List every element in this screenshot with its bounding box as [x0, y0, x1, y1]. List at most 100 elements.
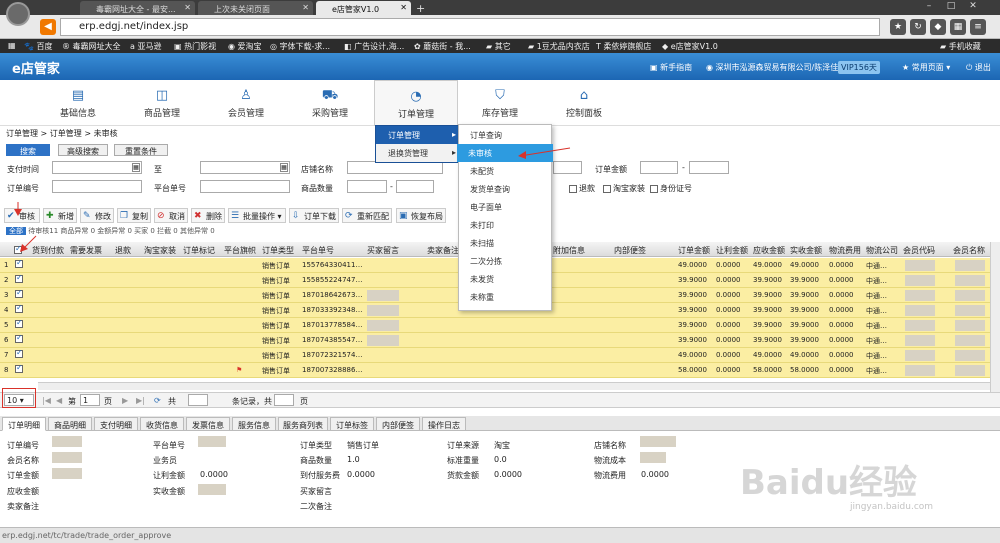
shield-icon[interactable]: ◆ — [930, 19, 946, 35]
prev-page-icon[interactable]: ◀ — [56, 396, 62, 405]
platform-no-input[interactable] — [200, 180, 290, 193]
cancel-button[interactable]: ⊘ 取消 — [154, 208, 188, 223]
common-pages-link[interactable]: ★ 常用页面 ▾ — [902, 62, 950, 73]
menu-orders[interactable]: ◔ 订单管理 — [374, 80, 458, 126]
menu-goods[interactable]: ◫ 商品管理 — [120, 80, 204, 126]
star-icon[interactable]: ★ — [890, 19, 906, 35]
table-row[interactable]: 7 销售订单 187072321574… 49.0000 0.0000 49.0000 49… — [0, 348, 990, 363]
col-header[interactable]: 物流费用 — [829, 245, 861, 256]
menu-icon[interactable]: ≡ — [970, 19, 986, 35]
extra-input[interactable] — [553, 161, 582, 174]
guide-link[interactable]: ▣ 新手指南 — [650, 62, 692, 73]
col-header[interactable]: 平台单号 — [302, 245, 334, 256]
col-header[interactable]: 应收金额 — [753, 245, 785, 256]
bookmark-item[interactable]: T 柔依婷旗舰店 — [596, 41, 651, 52]
restore-layout-button[interactable]: ▣ 恢复布局 — [396, 208, 446, 223]
col-header[interactable]: 淘宝家装 — [144, 245, 176, 256]
col-header[interactable]: 实收金额 — [790, 245, 822, 256]
order-download-button[interactable]: ⇩ 订单下载 — [289, 208, 339, 223]
submenu-order-management[interactable]: 订单管理 ▸ — [376, 126, 462, 144]
menu-control-panel[interactable]: ⌂ 控制面板 — [542, 80, 626, 126]
submenu-item[interactable]: 未打印 — [459, 216, 551, 234]
row-checkbox[interactable] — [15, 260, 25, 268]
close-window-icon[interactable]: ✕ — [964, 1, 982, 13]
next-page-icon[interactable]: ▶ — [122, 396, 128, 405]
row-checkbox[interactable] — [15, 350, 25, 358]
col-header[interactable]: 买家留言 — [367, 245, 399, 256]
copy-button[interactable]: ❐ 复制 — [117, 208, 151, 223]
first-page-icon[interactable]: |◀ — [42, 396, 51, 405]
tab-invoice[interactable]: 发票信息 — [186, 417, 230, 431]
tab-goods-detail[interactable]: 商品明细 — [48, 417, 92, 431]
submenu-item[interactable]: 电子面单 — [459, 198, 551, 216]
taobao-home-checkbox[interactable]: 淘宝家装 — [603, 183, 645, 194]
col-header[interactable]: 货到付款 — [32, 245, 64, 256]
browser-logo[interactable] — [6, 2, 30, 26]
vertical-scrollbar[interactable] — [990, 242, 1000, 392]
tab-payment-detail[interactable]: 支付明细 — [94, 417, 138, 431]
col-header[interactable]: 退款 — [115, 245, 131, 256]
table-row[interactable]: 8 销售订单 187007328886… 58.0000 0.0000 58.0000 58… — [0, 363, 990, 378]
row-checkbox[interactable] — [15, 365, 25, 373]
add-button[interactable]: ✚ 新增 — [43, 208, 77, 223]
id-card-checkbox[interactable]: 身份证号 — [650, 183, 692, 194]
order-no-input[interactable] — [52, 180, 142, 193]
advanced-search-button[interactable]: 高级搜索 — [58, 144, 108, 156]
goods-qty-max-input[interactable] — [396, 180, 434, 193]
select-all-checkbox[interactable] — [14, 245, 24, 254]
col-header[interactable]: 平台旗帜 — [224, 245, 256, 256]
all-filter[interactable]: 全部 — [6, 227, 26, 235]
col-header[interactable]: 订单类型 — [262, 245, 294, 256]
bookmark-item[interactable]: ✿ 蘑菇街 - 我... — [414, 41, 471, 52]
bookmark-item[interactable]: ◧ 广告设计,海... — [344, 41, 404, 52]
submenu-item[interactable]: 发货单查询 — [459, 180, 551, 198]
search-button[interactable]: 搜索 — [6, 144, 50, 156]
calendar-icon[interactable]: ▦ — [280, 163, 288, 172]
horizontal-scrollbar[interactable] — [38, 382, 990, 390]
col-header[interactable]: 卖家备注 — [427, 245, 459, 256]
bookmark-item[interactable]: ▰ 1豆尤品内衣店 — [528, 41, 590, 52]
grid-icon[interactable]: ▦ — [950, 19, 966, 35]
refresh-icon[interactable]: ⟳ — [154, 396, 161, 405]
page-input[interactable]: 1 — [80, 394, 100, 406]
col-header[interactable]: 需要发票 — [70, 245, 102, 256]
minimize-icon[interactable]: – — [920, 1, 938, 13]
new-tab-button[interactable]: + — [413, 1, 429, 15]
rematch-button[interactable]: ⟳ 重新匹配 — [342, 208, 392, 223]
row-checkbox[interactable] — [15, 320, 25, 328]
tab-receiver[interactable]: 收货信息 — [140, 417, 184, 431]
maximize-icon[interactable]: □ — [942, 1, 960, 13]
tab-operation-log[interactable]: 操作日志 — [422, 417, 466, 431]
browser-tab-3[interactable]: e店管家V1.0 ✕ — [316, 1, 411, 15]
goods-qty-min-input[interactable] — [347, 180, 387, 193]
browser-tab-2[interactable]: 上次未关闭页面 ✕ — [198, 1, 313, 15]
bookmark-folder[interactable]: ▰ 手机收藏 — [940, 41, 981, 52]
col-header[interactable]: 订单标记 — [183, 245, 215, 256]
order-amount-min-input[interactable] — [640, 161, 678, 174]
bookmark-item[interactable]: ◆ e店管家V1.0 — [662, 41, 718, 52]
bookmark-item[interactable]: ▣ 热门影视 — [174, 41, 216, 52]
row-checkbox[interactable] — [15, 335, 25, 343]
submenu-item-unapproved[interactable]: 未审核 — [457, 144, 553, 162]
col-header[interactable]: 会员代码 — [903, 245, 935, 256]
bookmark-item[interactable]: ® 毒霸网址大全 — [62, 41, 121, 52]
col-header[interactable]: 订单金额 — [678, 245, 710, 256]
approve-button[interactable]: ✔ 审核 — [4, 208, 40, 223]
delete-button[interactable]: ✖ 删除 — [191, 208, 225, 223]
col-header[interactable]: 会员名称 — [953, 245, 985, 256]
back-icon[interactable]: ◀ — [40, 19, 56, 35]
menu-basic-info[interactable]: ▤ 基础信息 — [36, 80, 120, 126]
order-amount-max-input[interactable] — [689, 161, 729, 174]
col-header[interactable]: 附加信息 — [553, 245, 585, 256]
menu-purchase[interactable]: ⛟ 采购管理 — [288, 80, 372, 126]
submenu-item[interactable]: 未配货 — [459, 162, 551, 180]
col-header[interactable]: 让利金额 — [716, 245, 748, 256]
calendar-icon[interactable]: ▦ — [132, 163, 140, 172]
refund-checkbox[interactable]: 退款 — [569, 183, 595, 194]
submenu-item[interactable]: 二次分拣 — [459, 252, 551, 270]
row-checkbox[interactable] — [15, 275, 25, 283]
edit-button[interactable]: ✎ 修改 — [80, 208, 114, 223]
tab-service[interactable]: 服务信息 — [232, 417, 276, 431]
refresh-icon[interactable]: ↻ — [910, 19, 926, 35]
url-field[interactable]: erp.edgj.net/index.jsp — [60, 18, 880, 36]
